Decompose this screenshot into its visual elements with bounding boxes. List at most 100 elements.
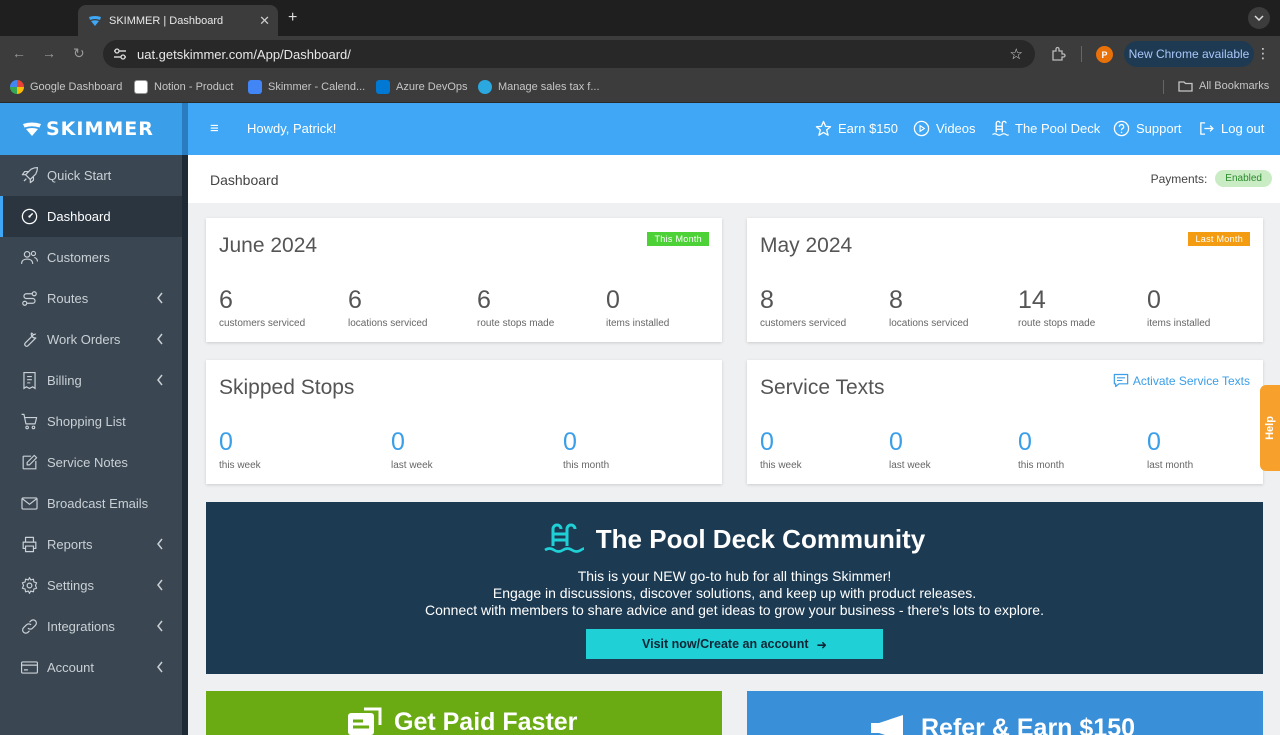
bookmark-label: Manage sales tax f...	[498, 81, 600, 93]
videos-link[interactable]: Videos	[913, 120, 976, 137]
stat-value[interactable]: 0	[889, 428, 931, 457]
sidebar-item-customers[interactable]: Customers	[0, 237, 182, 278]
sidebar-item-broadcast-emails[interactable]: Broadcast Emails	[0, 483, 182, 524]
reload-button[interactable]: ↻	[73, 45, 85, 62]
address-bar[interactable]: uat.getskimmer.com/App/Dashboard/ ☆	[103, 40, 1035, 68]
stat-texts-this-week[interactable]: 0 this week	[760, 428, 802, 471]
new-chrome-available-button[interactable]: New Chrome available	[1124, 41, 1254, 67]
get-paid-faster-card[interactable]: Get Paid Faster	[206, 691, 722, 735]
sidebar-item-settings[interactable]: Settings	[0, 565, 182, 606]
rocket-icon	[21, 166, 39, 184]
pool-ladder-icon	[544, 523, 584, 553]
bookmark-google-dashboard[interactable]: Google Dashboard	[10, 80, 122, 94]
payments-enabled-badge: Enabled	[1215, 170, 1272, 187]
sidebar-item-quick-start[interactable]: Quick Start	[0, 155, 182, 196]
logout-icon	[1200, 122, 1214, 135]
forward-button[interactable]: →	[42, 45, 56, 61]
sidebar-item-service-notes[interactable]: Service Notes	[0, 442, 182, 483]
activate-service-texts-label: Activate Service Texts	[1132, 373, 1250, 388]
browser-tab[interactable]: SKIMMER | Dashboard ✕	[78, 5, 278, 36]
stat-label: customers serviced	[219, 318, 306, 329]
stat-customers-serviced: 8 customers serviced	[760, 286, 846, 329]
get-paid-title: Get Paid Faster	[394, 707, 578, 735]
bookmark-notion[interactable]: Notion - Product	[134, 80, 233, 94]
hamburger-menu-icon[interactable]: ≡	[210, 120, 219, 137]
sidebar-item-routes[interactable]: Routes	[0, 278, 182, 319]
videos-label: Videos	[936, 121, 976, 136]
tab-search-button[interactable]	[1248, 7, 1270, 29]
bookmark-skimmer-calendar[interactable]: Skimmer - Calend...	[248, 80, 365, 94]
extensions-icon[interactable]	[1050, 46, 1066, 62]
sidebar-item-dashboard[interactable]: Dashboard	[0, 196, 182, 237]
stat-value[interactable]: 0	[1018, 428, 1064, 457]
stat-label: customers serviced	[760, 318, 847, 329]
calendar-icon	[248, 80, 262, 94]
close-tab-icon[interactable]: ✕	[259, 13, 270, 29]
star-icon	[815, 120, 832, 136]
bookmark-azure-devops[interactable]: Azure DevOps	[376, 80, 468, 94]
stat-skipped-this-week[interactable]: 0 this week	[219, 428, 261, 471]
stat-items-installed: 0 items installed	[1147, 286, 1210, 329]
chevron-left-icon	[157, 292, 163, 304]
help-tab[interactable]: Help	[1260, 385, 1280, 471]
earn-link[interactable]: Earn $150	[815, 120, 898, 137]
bookmark-label: Azure DevOps	[396, 81, 468, 93]
sidebar-item-label: Routes	[47, 291, 89, 306]
site-settings-icon[interactable]	[113, 48, 127, 60]
banner-heading: The Pool Deck Community	[206, 522, 1263, 556]
banner-title: The Pool Deck Community	[595, 523, 926, 554]
bookmark-sales-tax[interactable]: Manage sales tax f...	[478, 80, 600, 94]
refer-earn-card[interactable]: Refer & Earn $150	[747, 691, 1263, 735]
service-texts-card: Service Texts Activate Service Texts 0 t…	[747, 360, 1263, 484]
new-tab-button[interactable]: +	[288, 9, 297, 27]
azure-devops-icon	[376, 80, 390, 94]
speedometer-icon	[21, 208, 38, 225]
page-header: Dashboard Payments: Enabled	[188, 155, 1280, 203]
sidebar-item-billing[interactable]: Billing	[0, 360, 182, 401]
stat-skipped-this-month[interactable]: 0 this month	[563, 428, 609, 471]
play-circle-icon	[913, 120, 930, 137]
stat-value[interactable]: 0	[1147, 428, 1193, 457]
profile-avatar[interactable]: P	[1096, 46, 1113, 63]
stat-label: route stops made	[477, 318, 555, 329]
stat-texts-last-month[interactable]: 0 last month	[1147, 428, 1193, 471]
stat-route-stops: 14 route stops made	[1018, 286, 1095, 329]
stat-value[interactable]: 0	[391, 428, 433, 457]
stat-value[interactable]: 0	[563, 428, 609, 457]
printer-icon	[22, 536, 37, 553]
wrench-icon	[24, 332, 37, 347]
bookmarks-bar: Google Dashboard Notion - Product Skimme…	[0, 72, 1280, 103]
pool-deck-link[interactable]: The Pool Deck	[991, 120, 1100, 137]
get-paid-heading: Get Paid Faster	[346, 707, 577, 735]
stat-skipped-last-week[interactable]: 0 last week	[391, 428, 433, 471]
sidebar-item-integrations[interactable]: Integrations	[0, 606, 182, 647]
back-button[interactable]: ←	[12, 45, 26, 61]
gear-icon	[21, 577, 38, 594]
sidebar-item-reports[interactable]: Reports	[0, 524, 182, 565]
stat-value: 8	[760, 286, 774, 314]
visit-pool-deck-button[interactable]: Visit now/Create an account ➜	[586, 629, 883, 659]
stat-value[interactable]: 0	[760, 428, 802, 457]
top-nav: ≡ Howdy, Patrick! Earn $150 Videos The P…	[188, 103, 1280, 155]
chrome-menu-icon[interactable]: ⋮	[1256, 45, 1270, 62]
sidebar-item-label: Reports	[47, 537, 93, 552]
bookmark-label: Google Dashboard	[30, 81, 123, 93]
all-bookmarks-button[interactable]: All Bookmarks	[1178, 80, 1269, 92]
support-link[interactable]: Support	[1113, 120, 1182, 137]
bookmark-star-icon[interactable]: ☆	[1010, 45, 1023, 63]
stat-value[interactable]: 0	[219, 428, 261, 457]
sidebar-item-label: Service Notes	[47, 455, 128, 470]
sidebar-item-account[interactable]: Account	[0, 647, 182, 688]
logout-link[interactable]: Log out	[1198, 120, 1264, 137]
stat-texts-last-week[interactable]: 0 last week	[889, 428, 931, 471]
skipped-stops-card: Skipped Stops 0 this week 0 last week 0 …	[206, 360, 722, 484]
activate-service-texts-link[interactable]: Activate Service Texts	[1113, 373, 1250, 388]
sidebar-item-shopping-list[interactable]: Shopping List	[0, 401, 182, 442]
sidebar-item-label: Quick Start	[47, 168, 112, 183]
sidebar-item-label: Account	[47, 660, 94, 675]
payments-status: Payments: Enabled	[1151, 170, 1272, 187]
toolbar-divider	[1081, 46, 1082, 62]
sidebar-item-work-orders[interactable]: Work Orders	[0, 319, 182, 360]
stat-texts-this-month[interactable]: 0 this month	[1018, 428, 1064, 471]
skimmer-logo[interactable]: SKIMMER	[0, 103, 182, 155]
